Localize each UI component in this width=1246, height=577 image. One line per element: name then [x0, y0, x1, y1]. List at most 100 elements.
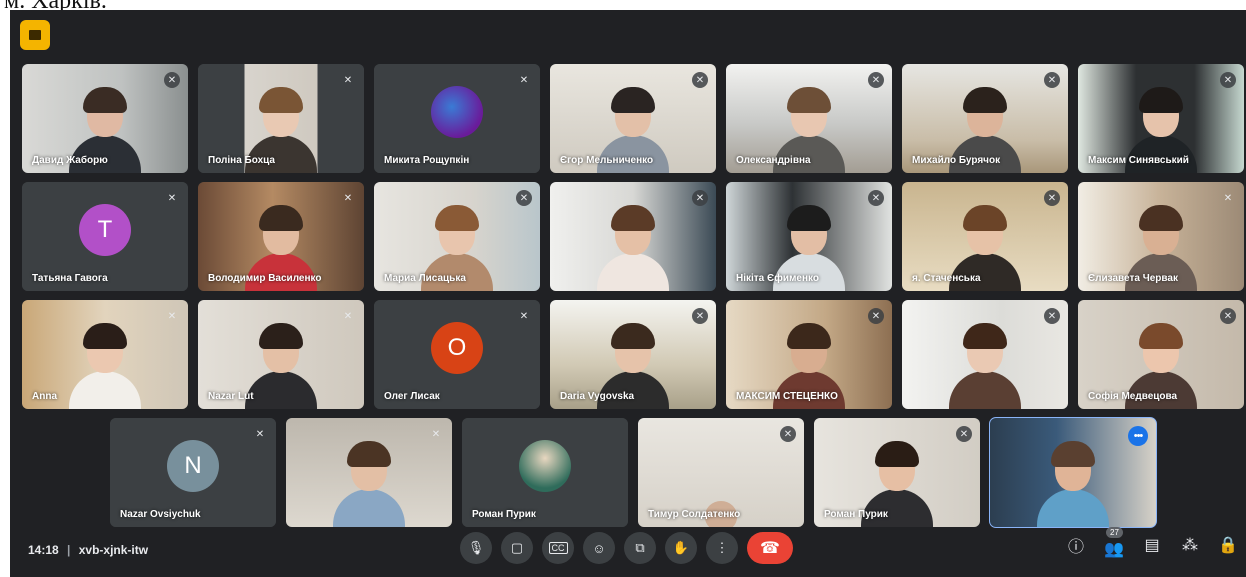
- mic-muted-icon: ✕: [868, 72, 884, 88]
- mic-muted-icon: ✕: [431, 428, 441, 440]
- participant-name: я. Стаченська: [912, 273, 981, 284]
- mic-muted-icon: ✕: [868, 308, 884, 324]
- more-options-icon[interactable]: •••: [1128, 426, 1148, 446]
- participant-name: Мариа Лисацька: [384, 273, 466, 284]
- participant-tile[interactable]: ✕ Давид Жаборю: [22, 64, 188, 173]
- emoji-icon: ☺: [592, 540, 606, 556]
- host-controls-button[interactable]: 🔒: [1216, 530, 1240, 560]
- participant-name: Олег Лисак: [384, 391, 440, 402]
- participant-name: Nazar Ovsiychuk: [120, 509, 201, 520]
- mic-muted-icon: ✕: [164, 72, 180, 88]
- chat-icon: ▤: [1144, 537, 1160, 554]
- mic-muted-icon: ✕: [343, 310, 353, 322]
- mic-muted-icon: ✕: [1220, 72, 1236, 88]
- participant-tile[interactable]: ✕: [550, 182, 716, 291]
- participant-name: Роман Пурик: [472, 509, 536, 520]
- participant-name: Софія Медвецова: [1088, 391, 1178, 402]
- participant-name: Тимур Солдатенко: [648, 509, 741, 520]
- participant-tile[interactable]: ✕ Мариа Лисацька: [374, 182, 540, 291]
- participant-name: Поліна Бохца: [208, 155, 275, 166]
- end-call-button[interactable]: ☎: [747, 532, 793, 564]
- mic-muted-icon: ✕: [692, 72, 708, 88]
- logo-icon: [29, 30, 41, 40]
- captions-button[interactable]: CC: [542, 532, 574, 564]
- camera-toggle-button[interactable]: ▢: [501, 532, 533, 564]
- participant-tile[interactable]: ✕ Володимир Василенко: [198, 182, 364, 291]
- chat-button[interactable]: ▤: [1140, 530, 1164, 560]
- participant-tile[interactable]: ✕ Максим Синявський: [1078, 64, 1244, 173]
- participant-name: Anna: [32, 391, 57, 402]
- participant-tile[interactable]: ✕ Daria Vygovska: [550, 300, 716, 409]
- participant-name: Nazar Lut: [208, 391, 254, 402]
- mic-icon: 🎙: [467, 540, 485, 555]
- participant-avatar: [431, 86, 483, 138]
- meeting-separator: |: [67, 543, 71, 557]
- mic-muted-icon: ✕: [1223, 192, 1233, 204]
- mic-muted-icon: ✕: [519, 310, 529, 322]
- mic-muted-icon: ✕: [519, 74, 529, 86]
- end-call-icon: ☎: [760, 540, 780, 557]
- camera-icon: ▢: [510, 540, 524, 555]
- participant-tile[interactable]: ✕ Єгор Мельниченко: [550, 64, 716, 173]
- participant-avatar: T: [79, 204, 131, 256]
- mic-muted-icon: ✕: [167, 310, 177, 322]
- participant-tile[interactable]: ✕ Nazar Lut: [198, 300, 364, 409]
- participant-tile[interactable]: ✕ Софія Медвецова: [1078, 300, 1244, 409]
- participant-tile[interactable]: T ✕ Татьяна Гавога: [22, 182, 188, 291]
- mic-toggle-button[interactable]: 🎙: [460, 532, 492, 564]
- participant-name: Daria Vygovska: [560, 391, 635, 402]
- people-icon: 👥: [1104, 541, 1124, 558]
- people-button[interactable]: 27 👥: [1102, 527, 1126, 560]
- participant-name: Нікіта Єфименко: [736, 273, 820, 284]
- participant-tile[interactable]: ✕ Олександрівна: [726, 64, 892, 173]
- participant-tile[interactable]: ✕ Поліна Бохца: [198, 64, 364, 173]
- mic-muted-icon: ✕: [1044, 190, 1060, 206]
- participant-name: Максим Синявський: [1088, 155, 1189, 166]
- participant-avatar: O: [431, 322, 483, 374]
- raise-hand-icon: ✋: [672, 540, 690, 555]
- mic-muted-icon: ✕: [1220, 308, 1236, 324]
- participant-tile[interactable]: ✕ Тимур Солдатенко: [638, 418, 804, 527]
- participants-count-badge: 27: [1106, 527, 1123, 538]
- participant-tile[interactable]: N ✕ Nazar Ovsiychuk: [110, 418, 276, 527]
- present-button[interactable]: ⧉: [624, 532, 656, 564]
- mic-muted-icon: ✕: [343, 192, 353, 204]
- participant-tile[interactable]: ✕ Anna: [22, 300, 188, 409]
- participant-tile[interactable]: ✕: [286, 418, 452, 527]
- info-button[interactable]: ⓘ: [1064, 530, 1088, 560]
- participant-tile[interactable]: ✕ я. Стаченська: [902, 182, 1068, 291]
- mic-muted-icon: ✕: [343, 74, 353, 86]
- activities-button[interactable]: ⁂: [1178, 530, 1202, 560]
- more-options-button[interactable]: ⋮: [706, 532, 738, 564]
- participant-tile[interactable]: Роман Пурик: [462, 418, 628, 527]
- raise-hand-button[interactable]: ✋: [665, 532, 697, 564]
- meeting-info: 14:18 | xvb-xjnk-itw: [28, 543, 148, 557]
- participant-tile[interactable]: ✕ МАКСИМ СТЕЦЕНКО: [726, 300, 892, 409]
- host-controls-icon: 🔒: [1218, 537, 1238, 554]
- mic-muted-icon: ✕: [780, 426, 796, 442]
- mic-muted-icon: ✕: [692, 308, 708, 324]
- participant-name: Татьяна Гавога: [32, 273, 108, 284]
- participant-tile[interactable]: ✕ Микита Рощупкін: [374, 64, 540, 173]
- participant-name: Єлизавета Червак: [1088, 273, 1178, 284]
- self-tile[interactable]: •••: [989, 417, 1157, 528]
- meeting-code: xvb-xjnk-itw: [78, 543, 149, 557]
- participant-avatar: [519, 440, 571, 492]
- participant-tile[interactable]: ✕ Нікіта Єфименко: [726, 182, 892, 291]
- present-icon: ⧉: [635, 540, 645, 555]
- participant-tile[interactable]: ✕ Михайло Бурячок: [902, 64, 1068, 173]
- participant-tile[interactable]: ✕ Роман Пурик: [814, 418, 980, 527]
- participant-tile[interactable]: ✕: [902, 300, 1068, 409]
- emoji-button[interactable]: ☺: [583, 532, 615, 564]
- participant-name: Давид Жаборю: [32, 155, 108, 166]
- captions-icon: CC: [548, 542, 568, 554]
- side-controls: ⓘ 27 👥 ▤ ⁂ 🔒: [1064, 527, 1240, 560]
- info-icon: ⓘ: [1067, 539, 1084, 556]
- participant-name: Володимир Василенко: [208, 273, 322, 284]
- meeting-time: 14:18: [28, 543, 59, 557]
- participant-avatar: N: [167, 440, 219, 492]
- mic-muted-icon: ✕: [956, 426, 972, 442]
- participant-tile[interactable]: O ✕ Олег Лисак: [374, 300, 540, 409]
- meet-logo[interactable]: [20, 20, 50, 50]
- participant-tile[interactable]: ✕ Єлизавета Червак: [1078, 182, 1244, 291]
